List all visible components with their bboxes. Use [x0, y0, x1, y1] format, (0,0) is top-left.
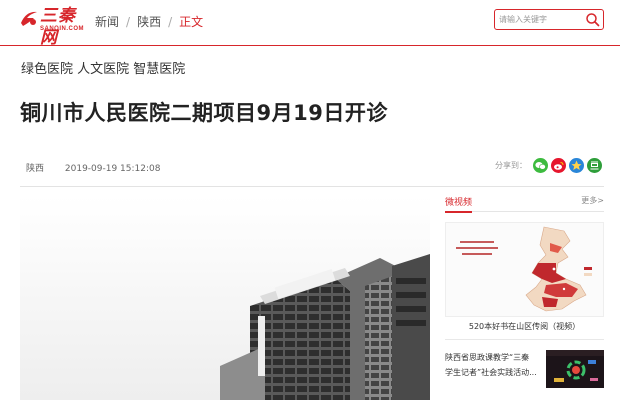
breadcrumb-current: 正文	[179, 15, 204, 29]
article-title: 铜川市人民医院二期项目9月19日开诊	[20, 101, 388, 125]
breadcrumb-separator: /	[168, 14, 173, 29]
breadcrumb-news[interactable]: 新闻	[95, 13, 119, 30]
site-header: 三秦网 SANQIN.COM 新闻 / 陕西 / 正文	[0, 0, 620, 48]
logo-subtext: SANQIN.COM	[40, 26, 84, 32]
article-meta: 陕西 2019-09-19 15:12:08	[26, 161, 160, 174]
douban-icon[interactable]	[587, 158, 602, 173]
meta-divider	[20, 186, 604, 187]
qzone-icon[interactable]	[569, 158, 584, 173]
site-logo[interactable]: 三秦网 SANQIN.COM	[18, 5, 84, 48]
video-thumbnail[interactable]	[445, 222, 604, 317]
article-tagline: 绿色医院 人文医院 智慧医院	[21, 62, 186, 77]
breadcrumb-shaanxi[interactable]: 陕西	[137, 13, 161, 30]
wechat-icon[interactable]	[533, 158, 548, 173]
hospital-building-photo	[20, 196, 430, 400]
news-photo	[546, 350, 604, 388]
logo-mark-icon	[21, 11, 37, 26]
article-source: 陕西	[26, 164, 45, 174]
search-input[interactable]	[499, 12, 583, 27]
video-caption[interactable]: 520本好书在山区传阅（视频）	[445, 321, 604, 332]
sidebar-divider	[445, 339, 604, 340]
more-link[interactable]: 更多>	[581, 195, 604, 206]
article-image	[20, 196, 430, 400]
breadcrumb: 新闻 / 陕西 / 正文	[95, 13, 203, 30]
search-icon[interactable]	[585, 12, 600, 27]
breadcrumb-separator: /	[126, 14, 131, 29]
article-datetime: 2019-09-19 15:12:08	[64, 164, 161, 174]
sidebar-news-title[interactable]: 陕西省思政课教学“三秦学生记者”社会实践活动...	[445, 350, 537, 380]
shaanxi-map-graphic	[446, 223, 603, 316]
sidebar-header: 微视频 更多>	[445, 195, 604, 213]
search-box	[494, 9, 604, 30]
share-bar: 分享到：	[495, 158, 602, 173]
share-label: 分享到：	[495, 161, 527, 170]
weibo-icon[interactable]	[551, 158, 566, 173]
sidebar-section-title[interactable]: 微视频	[445, 195, 473, 213]
sidebar-news-thumbnail[interactable]	[546, 350, 604, 388]
